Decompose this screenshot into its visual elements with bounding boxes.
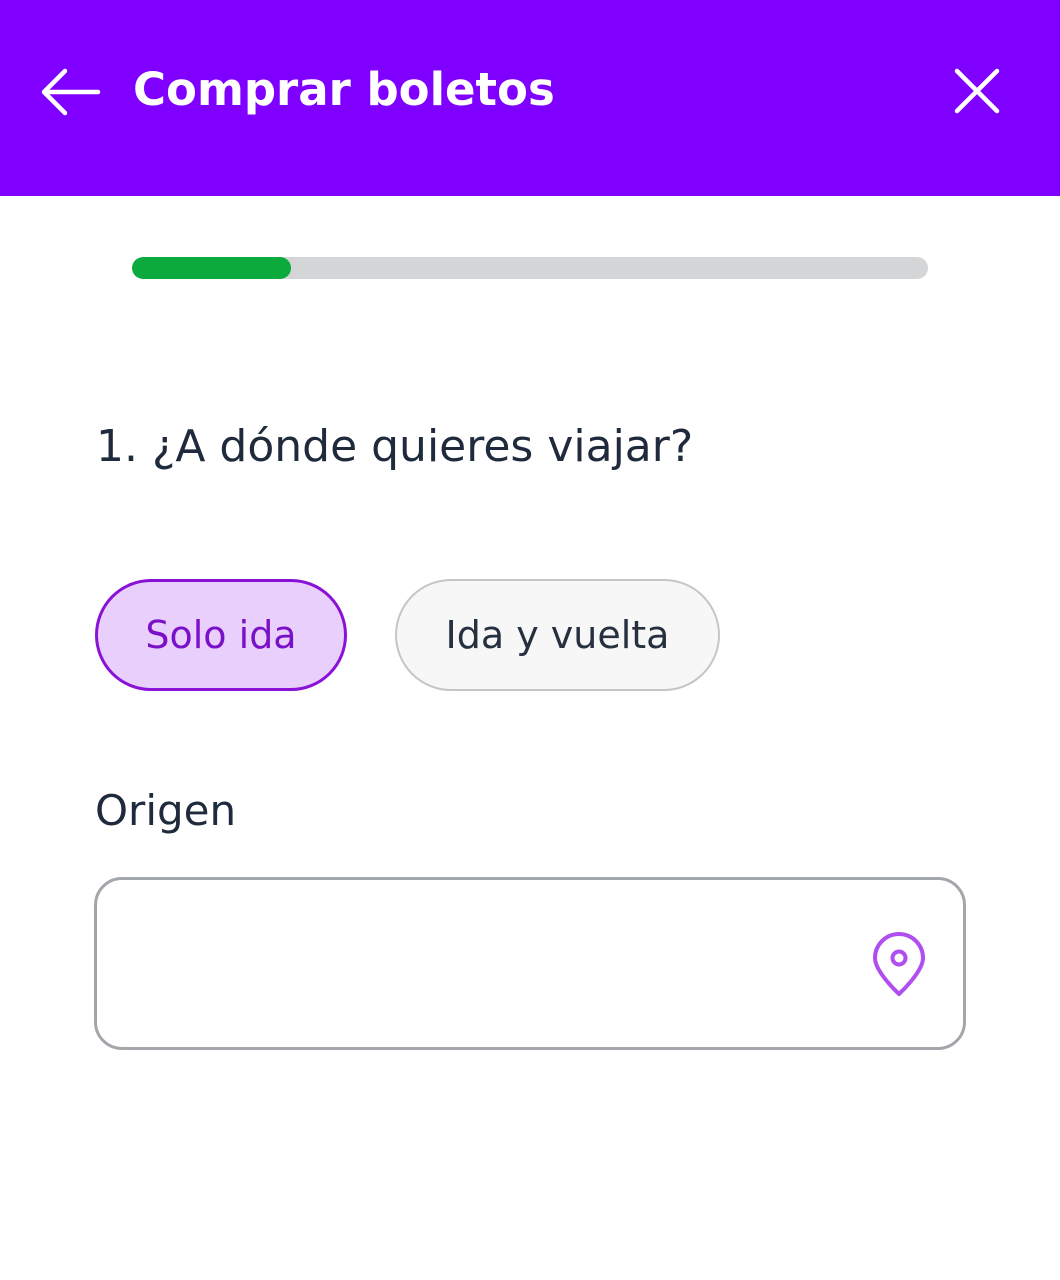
trip-type-round-trip-button[interactable]: Ida y vuelta [395,579,720,691]
top-app-bar: Comprar boletos [0,0,1060,196]
app-screen: Comprar boletos 1. ¿A dónde quieres viaj… [0,0,1060,1280]
origin-input[interactable] [127,920,861,1012]
location-pin-icon[interactable] [867,932,931,998]
arrow-left-icon [41,68,101,116]
origin-field[interactable] [94,877,966,1050]
progress-bar [132,257,928,279]
trip-type-one-way-button[interactable]: Solo ida [95,579,347,691]
page-title: Comprar boletos [133,63,555,116]
progress-bar-fill [132,257,292,279]
back-button[interactable] [30,56,110,128]
step-question: 1. ¿A dónde quieres viajar? [96,421,694,472]
origin-label: Origen [95,786,237,835]
close-icon [954,68,1000,114]
close-button[interactable] [940,54,1014,128]
